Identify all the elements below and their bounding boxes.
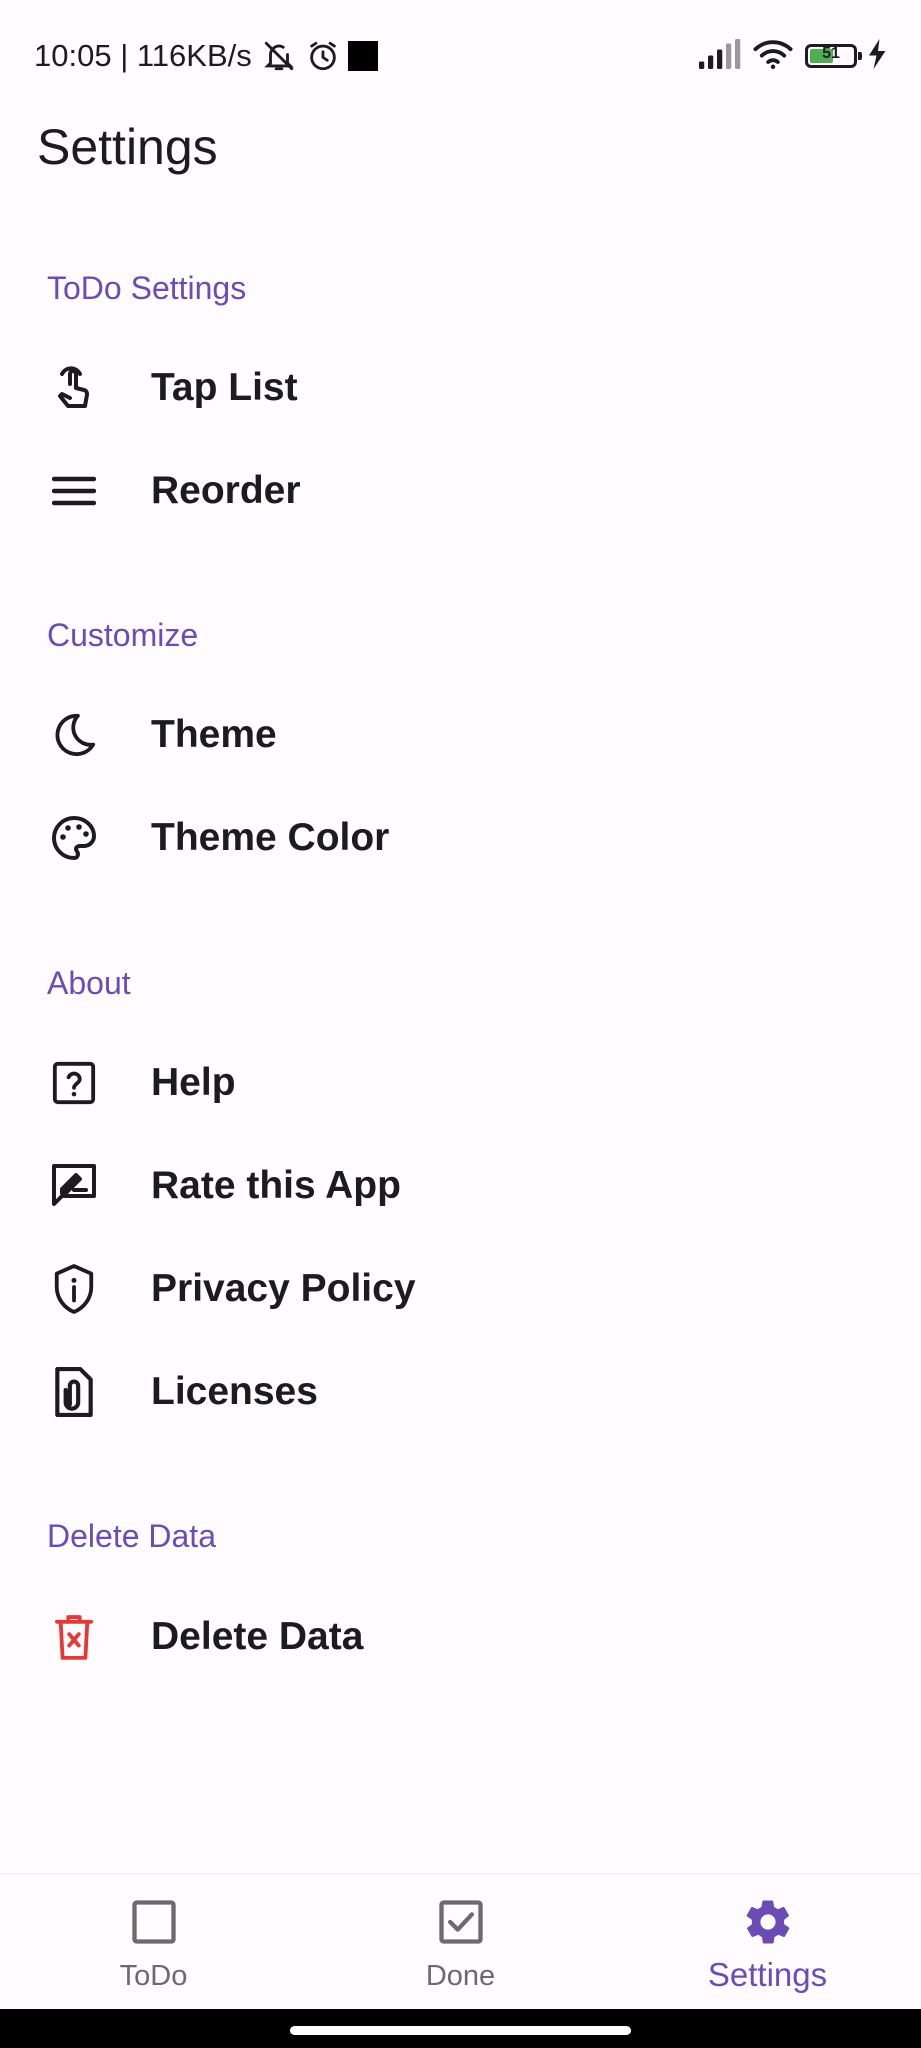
checkbox-empty-icon	[128, 1896, 180, 1948]
delete-icon	[46, 1609, 102, 1665]
nav-label-todo: ToDo	[119, 1960, 188, 1992]
nav-tab-settings[interactable]: Settings	[614, 1874, 921, 2010]
settings-item-label: Rate this App	[151, 1164, 401, 1207]
nav-tab-todo[interactable]: ToDo	[0, 1874, 307, 2010]
settings-item-licenses[interactable]: Licenses	[0, 1342, 921, 1442]
settings-item-label: Licenses	[151, 1370, 318, 1413]
nav-label-done: Done	[425, 1960, 496, 1992]
section-header-todo: ToDo Settings	[47, 270, 247, 306]
page-title: Settings	[37, 119, 218, 175]
settings-item-label: Help	[151, 1061, 236, 1104]
alarm-icon	[306, 39, 340, 73]
settings-item-label: Reorder	[151, 469, 301, 512]
settings-item-reorder[interactable]: Reorder	[0, 441, 921, 541]
settings-item-help[interactable]: Help	[0, 1033, 921, 1133]
settings-item-delete-data[interactable]: Delete Data	[0, 1587, 921, 1687]
battery-level: 51	[822, 45, 840, 62]
settings-item-tap-list[interactable]: Tap List	[0, 338, 921, 438]
nav-tab-done[interactable]: Done	[307, 1874, 614, 2010]
settings-item-theme-color[interactable]: Theme Color	[0, 788, 921, 888]
settings-item-label: Theme	[151, 713, 277, 756]
settings-item-privacy-policy[interactable]: Privacy Policy	[0, 1239, 921, 1339]
touch-icon	[46, 360, 102, 416]
charging-icon	[869, 38, 887, 74]
help-icon	[46, 1055, 102, 1111]
status-time-speed: 10:05 | 116KB/s	[34, 38, 252, 73]
settings-item-label: Delete Data	[151, 1615, 364, 1658]
settings-item-rate-app[interactable]: Rate this App	[0, 1136, 921, 1236]
wifi-icon	[753, 38, 793, 75]
status-left: 10:05 | 116KB/s	[34, 36, 378, 76]
battery-icon: 51	[805, 44, 862, 68]
home-gesture-handle[interactable]	[290, 2026, 631, 2035]
status-bar: 10:05 | 116KB/s 51	[0, 0, 921, 110]
rate-review-icon	[46, 1158, 102, 1214]
reorder-icon	[46, 463, 102, 519]
checkbox-checked-icon	[435, 1896, 487, 1948]
notifications-off-icon	[260, 39, 298, 73]
nav-label-settings: Settings	[707, 1956, 828, 1993]
gear-icon	[742, 1896, 794, 1948]
bottom-navigation: ToDo Done Settings	[0, 1873, 921, 2010]
settings-item-label: Privacy Policy	[151, 1267, 416, 1310]
section-header-delete: Delete Data	[47, 1518, 216, 1554]
shield-icon	[46, 1261, 102, 1317]
status-right: 51	[699, 38, 887, 74]
palette-icon	[46, 810, 102, 866]
settings-item-label: Theme Color	[151, 816, 390, 859]
file-clip-icon	[46, 1364, 102, 1420]
moon-icon	[46, 707, 102, 763]
settings-item-label: Tap List	[151, 366, 298, 409]
settings-item-theme[interactable]: Theme	[0, 685, 921, 785]
section-header-customize: Customize	[47, 617, 199, 653]
gesture-navigation-bar	[0, 2009, 921, 2048]
square-indicator-icon	[347, 41, 378, 71]
section-header-about: About	[47, 965, 131, 1001]
signal-icon	[699, 38, 741, 74]
